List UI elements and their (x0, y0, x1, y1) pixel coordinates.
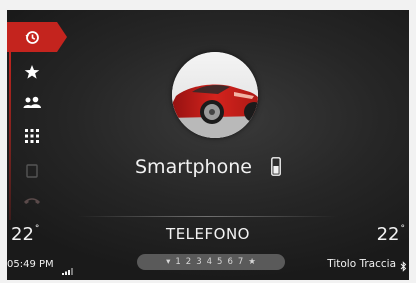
hangup-icon (23, 196, 41, 206)
rail-item-favorites[interactable] (7, 57, 57, 87)
phone-book-icon (26, 164, 38, 178)
page-number[interactable]: 6 (227, 257, 232, 267)
degree-symbol: ° (400, 224, 406, 234)
rail-item-hangup (7, 186, 57, 216)
device-name: Smartphone (135, 156, 252, 178)
clock: 05:49 PM (7, 259, 54, 270)
page-number[interactable]: 4 (207, 257, 212, 267)
page-number[interactable]: 2 (186, 257, 191, 267)
signal-strength-icon (62, 260, 74, 279)
page-indicator[interactable]: ▾ 1 2 3 4 5 6 7 ★ (137, 254, 285, 270)
rail-item-contacts[interactable] (7, 88, 57, 118)
page-number[interactable]: 1 (175, 257, 180, 267)
page-number[interactable]: 3 (196, 257, 201, 267)
page-title: TELEFONO (166, 225, 250, 243)
rail-item-disabled (7, 156, 57, 186)
favorites-page-star[interactable]: ★ (248, 257, 256, 267)
rail-item-keypad[interactable] (7, 121, 57, 151)
divider (77, 216, 337, 217)
phone-battery-icon (271, 157, 281, 180)
history-icon (24, 29, 40, 45)
phone-menu-rail (7, 10, 67, 220)
contacts-icon (23, 96, 41, 110)
device-avatar (172, 52, 258, 138)
star-icon (24, 64, 40, 80)
phone-screen: Smartphone 22° TELEFONO 22° 05:49 PM ▾ 1… (7, 10, 409, 280)
page-number[interactable]: 5 (217, 257, 222, 267)
passenger-temperature-value: 22 (376, 224, 400, 245)
track-title: Titolo Traccia (327, 258, 396, 270)
passenger-temperature[interactable]: 22° (377, 224, 405, 245)
bluetooth-icon (400, 257, 407, 276)
rail-item-recent-calls[interactable] (7, 22, 67, 52)
keypad-icon (25, 129, 39, 143)
page-number[interactable]: 7 (238, 257, 243, 267)
pager-prefix: ▾ (166, 257, 171, 267)
